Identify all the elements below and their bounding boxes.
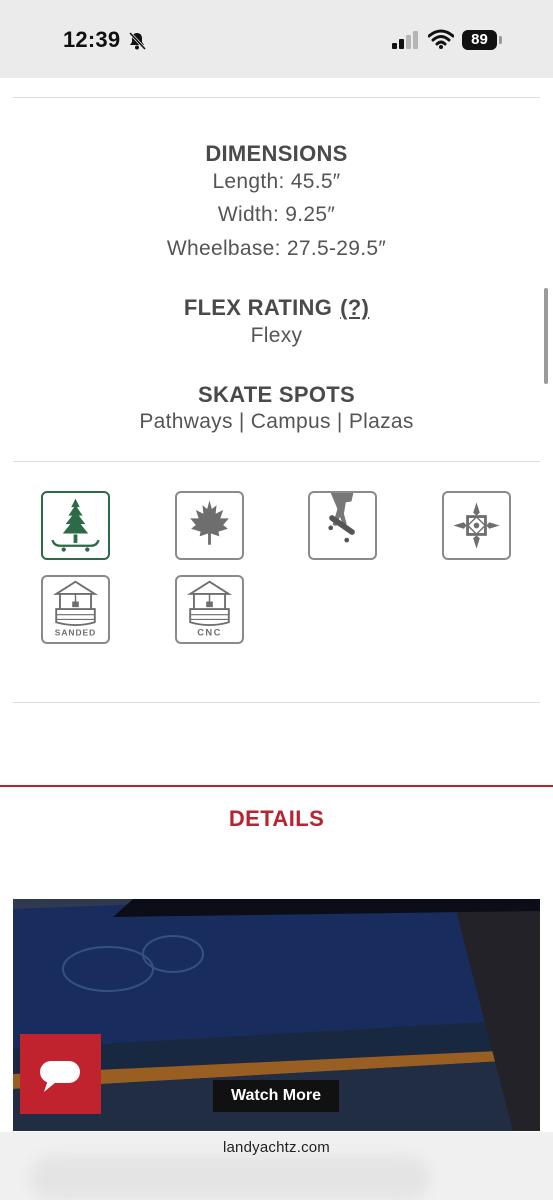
flex-rating-label: FLEX RATING	[183, 295, 333, 320]
wishing-well-sanded-icon[interactable]: SANDED	[41, 575, 110, 644]
skate-spots-heading: SKATE SPOTS	[198, 382, 355, 407]
maple-leaf-icon[interactable]	[175, 491, 244, 560]
watch-more-button[interactable]: Watch More	[213, 1080, 339, 1112]
battery-icon: 89	[462, 30, 502, 50]
scrollbar-thumb[interactable]	[544, 288, 548, 384]
flex-rating-heading: FLEX RATING (?)	[0, 295, 553, 321]
cellular-signal-icon	[391, 31, 421, 49]
skater-icon[interactable]	[308, 491, 377, 560]
dimensions-heading: DIMENSIONS	[205, 141, 348, 166]
wishing-well-cnc-icon[interactable]: CNC	[175, 575, 244, 644]
sanded-label: SANDED	[55, 627, 96, 637]
battery-tip	[499, 36, 502, 44]
details-heading: DETAILS	[228, 806, 325, 831]
divider	[13, 702, 540, 703]
bell-off-icon	[127, 31, 147, 51]
details-rule	[0, 785, 553, 787]
skate-spots-value: Pathways | Campus | Plazas	[139, 410, 414, 433]
wheelbase-spec: Wheelbase: 27.5-29.5″	[166, 237, 387, 260]
status-bar: 12:39 89	[0, 0, 553, 78]
flex-value: Flexy	[250, 324, 303, 347]
url-bar-shadow	[30, 1156, 430, 1200]
wifi-icon	[427, 29, 455, 49]
cnc-label: CNC	[197, 626, 222, 637]
status-time: 12:39	[63, 27, 121, 52]
tree-on-board-icon[interactable]	[41, 491, 110, 560]
width-spec: Width: 9.25″	[217, 203, 336, 226]
url-text[interactable]: landyachtz.com	[0, 1139, 553, 1156]
battery-level: 89	[462, 30, 497, 50]
divider	[13, 97, 540, 98]
flex-help-link[interactable]: (?)	[340, 295, 369, 320]
compass-ornament-icon[interactable]	[442, 491, 511, 560]
divider	[13, 461, 540, 462]
chat-bubble-icon	[40, 1061, 80, 1092]
length-spec: Length: 45.5″	[212, 170, 341, 193]
chat-button[interactable]	[20, 1034, 101, 1114]
